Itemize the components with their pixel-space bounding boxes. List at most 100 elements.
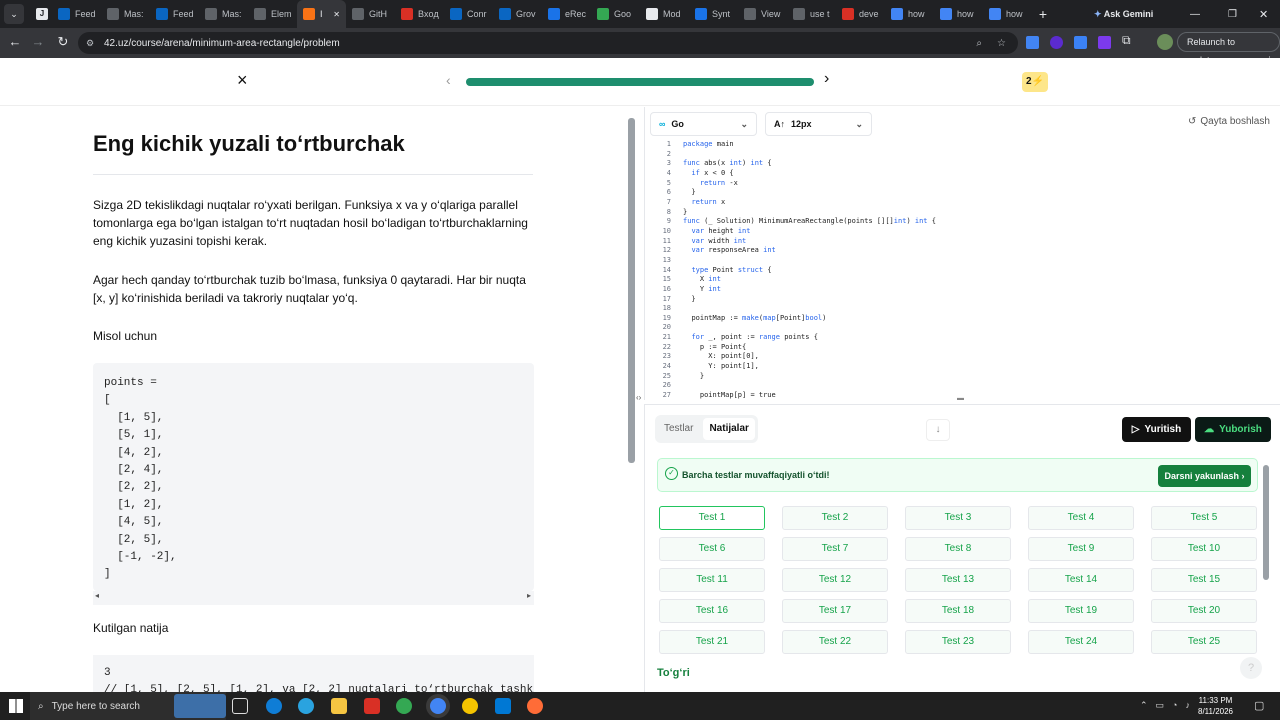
run-button[interactable]: ▷ Yuritish [1122,417,1191,442]
reload-icon[interactable]: ↻ [54,34,72,50]
browser-tab[interactable]: Mas: [101,0,150,28]
test-case-button[interactable]: Test 21 [659,630,765,654]
close-tab-icon[interactable]: ✕ [333,10,340,19]
task-view-icon[interactable] [232,698,248,714]
back-icon[interactable]: ← [6,34,24,49]
browser-tab[interactable]: how [934,0,983,28]
browser-tab[interactable]: Grov [493,0,542,28]
new-tab-button[interactable]: + [1032,6,1054,22]
chrome-active-icon[interactable] [430,698,446,714]
browser-tab[interactable]: View [738,0,787,28]
results-scrollbar[interactable] [1263,465,1269,580]
panel-resize-handle[interactable]: ‹› [636,393,641,402]
test-case-button[interactable]: Test 17 [782,599,888,623]
tab-results[interactable]: Natijalar [703,418,755,440]
test-case-button[interactable]: Test 11 [659,568,765,592]
close-window-icon[interactable]: ✕ [1259,8,1268,21]
browser-tab[interactable]: Mod [640,0,689,28]
browser-tab[interactable]: GitH [346,0,395,28]
tab-tests[interactable]: Testlar [658,418,699,440]
vscode-icon[interactable] [495,698,511,714]
finish-lesson-button[interactable]: Darsni yakunlash › [1158,465,1251,487]
site-info-icon[interactable]: ⚙ [86,38,94,49]
help-icon[interactable]: ? [1240,657,1262,679]
wps-icon[interactable] [364,698,380,714]
test-case-button[interactable]: Test 16 [659,599,765,623]
browser-tab[interactable]: Goo [591,0,640,28]
extension-icon-4[interactable] [1098,36,1111,49]
extensions-puzzle-icon[interactable]: ⧉ [1122,33,1131,48]
browser-tab[interactable]: Elem [248,0,297,28]
test-case-button[interactable]: Test 5 [1151,506,1257,530]
test-case-button[interactable]: Test 4 [1028,506,1134,530]
test-case-button[interactable]: Test 7 [782,537,888,561]
edge-icon[interactable] [266,698,282,714]
browser-tab[interactable]: Synt [689,0,738,28]
problem-scrollbar[interactable] [628,118,635,463]
test-case-button[interactable]: Test 9 [1028,537,1134,561]
browser-tab[interactable]: Feed [150,0,199,28]
test-case-button[interactable]: Test 2 [782,506,888,530]
font-size-select[interactable]: A↑ 12px ⌄ [765,112,872,136]
scroll-right-icon[interactable]: ▸ [527,591,531,600]
ask-gemini-button[interactable]: ✦ Ask Gemini [1094,9,1153,20]
test-case-button[interactable]: Test 19 [1028,599,1134,623]
next-icon[interactable]: › [824,70,829,88]
address-bar[interactable]: ⚙ 42.uz/course/arena/minimum-area-rectan… [78,32,1018,54]
extension-icon-1[interactable] [1026,36,1039,49]
file-explorer-icon[interactable] [331,698,347,714]
browser-tab[interactable]: how [885,0,934,28]
browser-tab[interactable]: Mas: [199,0,248,28]
windows-start-icon[interactable] [9,699,23,713]
close-lesson-icon[interactable]: × [237,70,248,91]
test-case-button[interactable]: Test 24 [1028,630,1134,654]
code-horizontal-scrollbar[interactable]: ◂ ▸ [93,591,534,605]
minimize-icon[interactable]: — [1190,9,1200,20]
tab-list-dropdown[interactable]: ⌄ [4,4,24,24]
taskbar-clock[interactable]: 11:33 PM 8/11/2026 [1198,695,1233,717]
test-case-button[interactable]: Test 15 [1151,568,1257,592]
test-case-button[interactable]: Test 20 [1151,599,1257,623]
chrome-icon[interactable] [396,698,412,714]
test-case-button[interactable]: Test 1 [659,506,765,530]
submit-button[interactable]: ☁ Yuborish [1195,417,1271,442]
reset-button[interactable]: ↺ Qayta boshlash [1188,116,1270,127]
relaunch-button[interactable]: Relaunch to update⋮ [1177,32,1280,65]
scroll-left-icon[interactable]: ◂ [95,591,99,600]
test-case-button[interactable]: Test 3 [905,506,1011,530]
test-case-button[interactable]: Test 14 [1028,568,1134,592]
browser-tab[interactable]: eRec [542,0,591,28]
test-case-button[interactable]: Test 6 [659,537,765,561]
zoom-icon[interactable]: ⌕ [976,38,982,49]
test-case-button[interactable]: Test 10 [1151,537,1257,561]
browser-tab[interactable]: Feed [52,0,101,28]
restore-icon[interactable]: ❐ [1228,9,1237,20]
collapse-icon[interactable]: ↓ [926,419,950,441]
taskbar-search[interactable]: ⌕ Type here to search [30,692,226,720]
postman-icon[interactable] [527,698,543,714]
extension-icon-3[interactable] [1074,36,1087,49]
browser-tab[interactable]: deve [836,0,885,28]
system-tray[interactable]: ⌃▭◔♪ [1140,700,1198,711]
test-case-button[interactable]: Test 22 [782,630,888,654]
extension-icon-2[interactable] [1050,36,1063,49]
browser-tab[interactable]: I ✕ [297,0,346,28]
test-case-button[interactable]: Test 8 [905,537,1011,561]
browser-tab[interactable]: Bxoд [395,0,444,28]
browser-tab[interactable]: use t [787,0,836,28]
bookmark-star-icon[interactable]: ☆ [997,38,1006,49]
tab-pinned[interactable]: J [30,0,52,28]
test-case-button[interactable]: Test 18 [905,599,1011,623]
notification-icon[interactable]: ▢ [1254,699,1264,712]
prev-icon[interactable]: ‹ [446,72,451,88]
test-case-button[interactable]: Test 13 [905,568,1011,592]
browser-tab[interactable]: how [983,0,1032,28]
language-select[interactable]: ∞ Go ⌄ [650,112,757,136]
browser-tab[interactable]: Conr [444,0,493,28]
editor-resize-handle[interactable]: ▬ [957,395,964,402]
forward-icon[interactable]: → [29,34,47,49]
telegram-icon[interactable] [298,698,314,714]
test-case-button[interactable]: Test 25 [1151,630,1257,654]
app-icon-circle[interactable] [462,698,478,714]
test-case-button[interactable]: Test 23 [905,630,1011,654]
